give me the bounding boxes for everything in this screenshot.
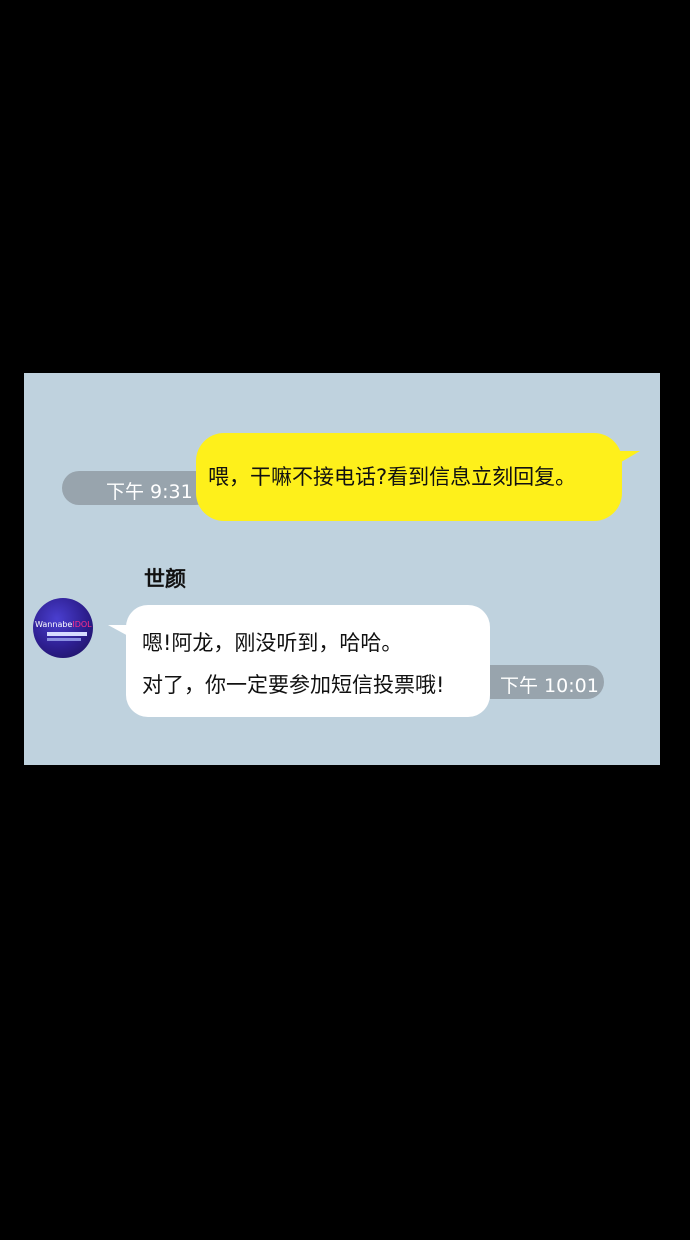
outgoing-timestamp: 下午 9:31 [106,481,193,503]
outgoing-bubble[interactable]: 喂，干嘛不接电话?看到信息立刻回复。 [196,433,622,521]
chat-panel: 下午 9:31 喂，干嘛不接电话?看到信息立刻回复。 世颜 WannabeIDO… [24,373,660,765]
avatar-stripe-secondary [47,638,81,641]
avatar[interactable]: WannabeIDOL [33,598,93,658]
avatar-logo-icon: WannabeIDOL [35,620,92,629]
incoming-time-pill: 下午 10:01 [490,665,604,699]
sender-name: 世颜 [144,567,186,591]
incoming-message-line: 嗯!阿龙，刚没听到，哈哈。 [142,631,403,655]
incoming-message-line: 对了，你一定要参加短信投票哦! [142,673,445,697]
incoming-timestamp: 下午 10:01 [500,675,599,697]
outgoing-message: 下午 9:31 喂，干嘛不接电话?看到信息立刻回复。 [62,433,640,521]
outgoing-message-text: 喂，干嘛不接电话?看到信息立刻回复。 [208,465,577,489]
avatar-stripe [47,632,87,636]
outgoing-time-pill: 下午 9:31 [62,471,212,505]
incoming-bubble[interactable]: 嗯!阿龙，刚没听到，哈哈。 对了，你一定要参加短信投票哦! [126,605,490,717]
outgoing-bubble-tail [616,451,640,465]
